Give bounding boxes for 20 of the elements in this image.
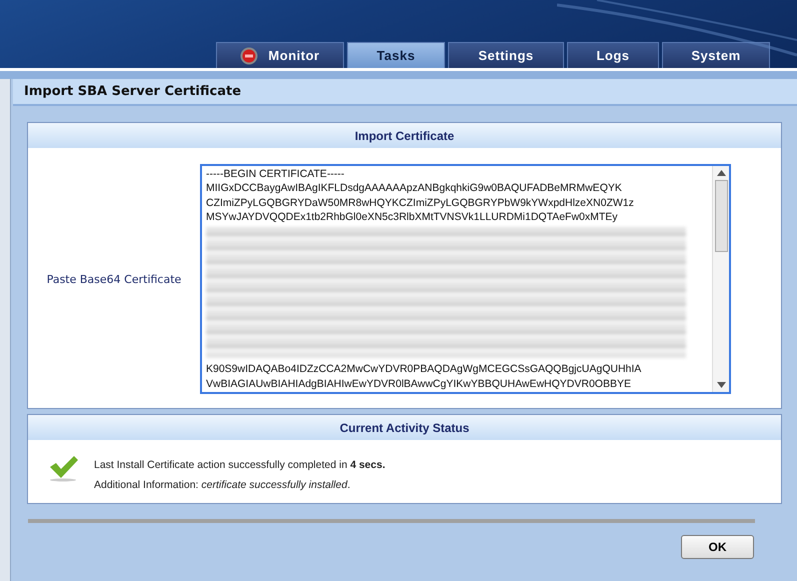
ok-button[interactable]: OK <box>681 535 754 559</box>
checkmark-icon <box>48 454 80 482</box>
nav-tab[interactable]: Settings <box>448 42 564 68</box>
nav-tab[interactable]: System <box>662 42 770 68</box>
panel-title: Current Activity Status <box>28 415 781 440</box>
scroll-up-icon[interactable] <box>716 170 726 176</box>
status-message: Last Install Certificate action successfully completed in 4 secs. <box>94 459 386 471</box>
side-scrollbar[interactable] <box>0 79 11 581</box>
nav-tab[interactable]: Logs <box>567 42 659 68</box>
scroll-down-icon[interactable] <box>716 382 726 388</box>
nav-tab[interactable]: Monitor <box>216 42 344 68</box>
panel-title: Import Certificate <box>28 123 781 148</box>
page-title: Import SBA Server Certificate <box>13 79 797 106</box>
additional-info: Additional Information: certificate successfully installed. <box>94 479 352 491</box>
scroll-thumb[interactable] <box>714 180 728 252</box>
stop-icon <box>240 46 258 64</box>
certificate-field[interactable]: -----BEGIN CERTIFICATE----- MIIGxDCCBaygAwIBAgIKFLDsdgAAAAAApzANBgkqhkiG9w0BAQUFADBeMRMwEQYK CZImiZPyLGQBGRYDaW50MR8wHQYKCZImiZPyLGQBGRYPbW9kYWxpdHlzeXN0ZW1z MSYwJAYDVQQDEx1tb2RhbGl0eXN5c3RlbXMtTVNSVk1LLURDMi1DQTAeFw0xMTEy K90S9wIDAQABo4IDZzCCA2MwCwYDVR0PBAQDAgWgMCEGCSsGAQQBgjcUAgQUHhIA VwBIAGIAUwBIAHIAdgBIAHIwEwYDVR0lBAwwCgYIKwYBBQUHAwEwHQYDVR0OBBYE <box>200 164 731 394</box>
scrollbar[interactable] <box>712 166 729 392</box>
nav-tab[interactable]: Tasks <box>347 42 445 68</box>
field-label: Paste Base64 Certificate <box>46 272 182 286</box>
